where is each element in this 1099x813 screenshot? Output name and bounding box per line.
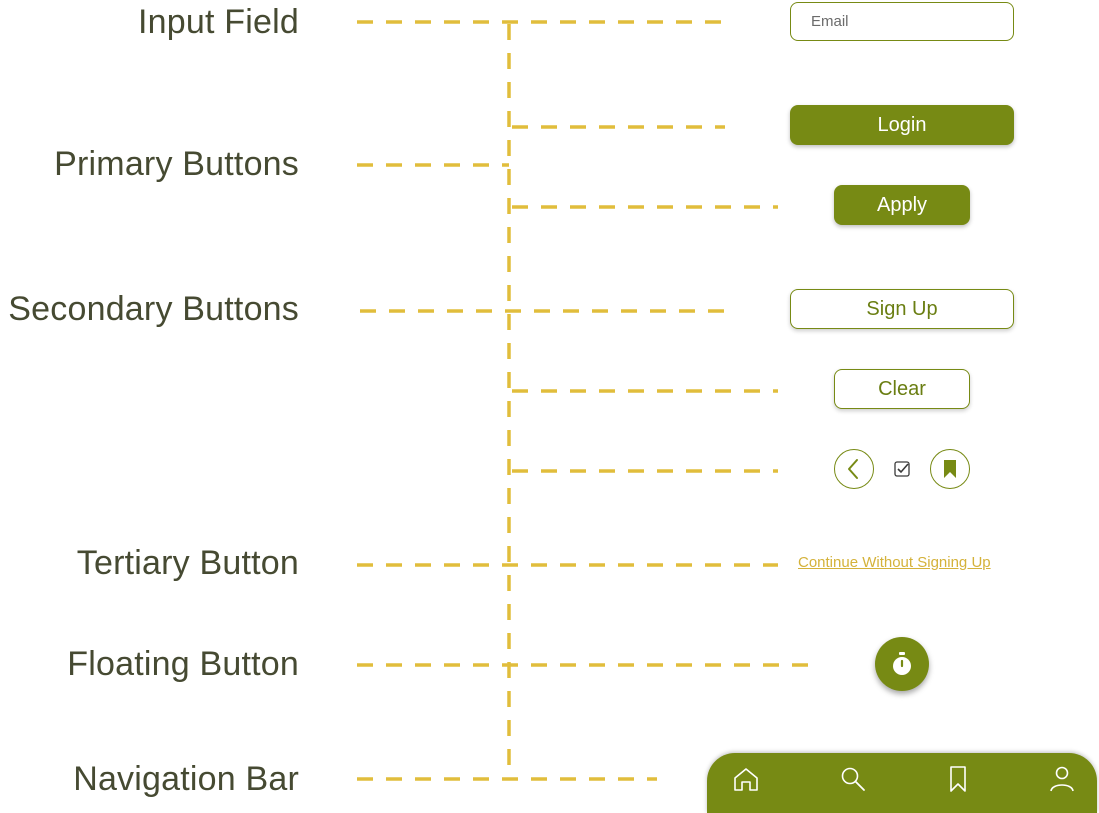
sign-up-button[interactable]: Sign Up [790, 289, 1014, 329]
nav-bookmarks[interactable] [942, 763, 974, 795]
checkbox[interactable] [894, 461, 910, 477]
nav-home[interactable] [730, 763, 762, 795]
clear-button[interactable]: Clear [834, 369, 970, 409]
nav-search[interactable] [837, 763, 869, 795]
continue-without-signing-up-link[interactable]: Continue Without Signing Up [798, 554, 991, 571]
user-icon [1050, 766, 1074, 792]
checkbox-icon [894, 461, 910, 477]
chevron-left-icon [848, 459, 858, 479]
login-button[interactable]: Login [790, 105, 1014, 145]
search-icon [841, 767, 865, 791]
bookmark-icon [944, 460, 956, 478]
home-icon [734, 768, 758, 791]
bookmark-button[interactable] [930, 449, 970, 489]
floating-timer-button[interactable] [875, 637, 929, 691]
nav-profile[interactable] [1046, 763, 1078, 795]
apply-button[interactable]: Apply [834, 185, 970, 225]
navigation-bar [707, 753, 1097, 813]
email-field[interactable] [790, 2, 1014, 41]
back-button[interactable] [834, 449, 874, 489]
stopwatch-icon [893, 652, 911, 675]
bookmark-icon [950, 766, 966, 792]
